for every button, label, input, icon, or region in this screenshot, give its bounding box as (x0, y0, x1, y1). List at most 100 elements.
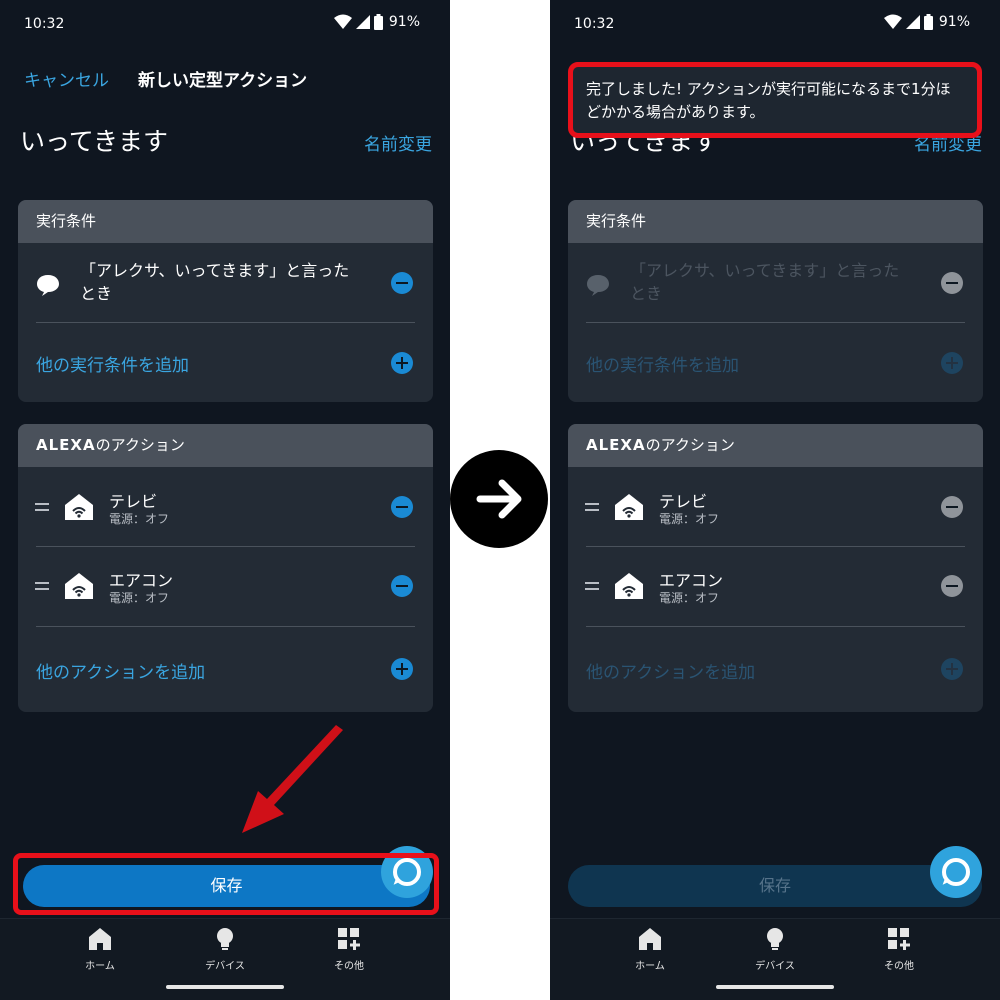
drag-handle-icon[interactable] (585, 582, 599, 591)
screenshot-comparison: 10:32 91% キャンセル 新しい定型アクション いってきます 名前変更 実… (0, 0, 1000, 1000)
save-button[interactable]: 保存 (568, 865, 982, 907)
cancel-button[interactable]: キャンセル (24, 66, 109, 91)
nav-more[interactable]: その他 (304, 927, 394, 972)
smart-home-icon (65, 573, 93, 599)
trigger-text: 「アレクサ、いってきます」と言ったとき (80, 261, 350, 303)
home-indicator (716, 985, 834, 989)
nav-home[interactable]: ホーム (55, 927, 145, 972)
action-card-title-prefix: ALEXA (36, 436, 96, 454)
grid-plus-icon (888, 928, 910, 950)
save-highlight-box (13, 853, 439, 915)
bulb-icon (767, 928, 783, 950)
bulb-icon (217, 928, 233, 950)
smart-home-icon (65, 494, 93, 520)
trigger-row[interactable]: 「アレクサ、いってきます」と言ったとき (568, 243, 983, 323)
trigger-row[interactable]: 「アレクサ、いってきます」と言ったとき (18, 243, 433, 323)
action-state: 電源：オフ (659, 512, 720, 526)
divider (586, 546, 965, 547)
arrow-right-icon (476, 479, 522, 519)
action-name: エアコン (659, 571, 724, 590)
action-name: テレビ (659, 492, 708, 511)
nav-devices[interactable]: デバイス (180, 927, 270, 972)
drag-handle-icon[interactable] (35, 503, 49, 512)
home-icon (639, 928, 661, 950)
divider (586, 322, 965, 323)
nav-home-label: ホーム (635, 961, 665, 972)
action-card-title: ALEXAのアクション (568, 424, 983, 467)
battery-icon (373, 14, 383, 30)
trigger-card-title: 実行条件 (18, 200, 433, 243)
action-state: 電源：オフ (109, 512, 170, 526)
smart-home-icon (615, 573, 643, 599)
status-bar: 10:32 91% (0, 0, 450, 48)
remove-action-button[interactable] (391, 496, 413, 518)
nav-home[interactable]: ホーム (605, 927, 695, 972)
action-name: エアコン (109, 571, 174, 590)
nav-home-label: ホーム (85, 961, 115, 972)
phone-after: 10:32 91% いってきます 名前変更 完了しました! アクションが実行可能… (550, 0, 1000, 1000)
action-name: テレビ (109, 492, 158, 511)
remove-trigger-button[interactable] (941, 272, 963, 294)
nav-more-label: その他 (884, 961, 914, 972)
divider (36, 322, 415, 323)
add-trigger-button[interactable] (941, 352, 963, 374)
remove-action-button[interactable] (391, 575, 413, 597)
top-bar: キャンセル 新しい定型アクション (24, 62, 430, 92)
status-time: 10:32 (24, 16, 65, 32)
signal-icon (355, 15, 370, 29)
phone-before: 10:32 91% キャンセル 新しい定型アクション いってきます 名前変更 実… (0, 0, 450, 1000)
action-card-title-suffix: のアクション (645, 436, 735, 454)
drag-handle-icon[interactable] (35, 582, 49, 591)
status-time: 10:32 (574, 16, 615, 32)
add-action-button[interactable] (391, 658, 413, 680)
battery-icon (923, 14, 933, 30)
add-action-button[interactable] (941, 658, 963, 680)
divider (36, 546, 415, 547)
page-title: 新しい定型アクション (138, 71, 308, 91)
smart-home-icon (615, 494, 643, 520)
alexa-button[interactable] (930, 846, 982, 898)
wifi-icon (883, 14, 902, 29)
status-bar: 10:32 91% (550, 0, 1000, 48)
wifi-icon (333, 14, 352, 29)
battery-percent: 91% (938, 14, 970, 30)
trigger-card-title: 実行条件 (568, 200, 983, 243)
home-indicator (166, 985, 284, 989)
signal-icon (905, 15, 920, 29)
status-icons: 91% (883, 14, 970, 30)
action-card: ALEXAのアクション テレビ 電源：オフ エアコン 電源：オフ 他のアクション… (18, 424, 433, 712)
nav-devices[interactable]: デバイス (730, 927, 820, 972)
trigger-card: 実行条件 「アレクサ、いってきます」と言ったとき 他の実行条件を追加 (568, 200, 983, 402)
action-card-title-prefix: ALEXA (586, 436, 646, 454)
trigger-card: 実行条件 「アレクサ、いってきます」と言ったとき 他の実行条件を追加 (18, 200, 433, 402)
add-action-link[interactable]: 他のアクションを追加 (586, 658, 755, 683)
remove-action-button[interactable] (941, 496, 963, 518)
add-action-link[interactable]: 他のアクションを追加 (36, 658, 205, 683)
next-step-arrow (450, 450, 548, 548)
red-arrow-icon (242, 725, 343, 833)
speech-bubble-icon (37, 275, 59, 296)
action-state: 電源：オフ (659, 591, 720, 605)
nav-devices-label: デバイス (755, 961, 795, 972)
nav-more[interactable]: その他 (854, 927, 944, 972)
drag-handle-icon[interactable] (585, 503, 599, 512)
rename-button[interactable]: 名前変更 (364, 130, 432, 155)
remove-trigger-button[interactable] (391, 272, 413, 294)
add-trigger-link[interactable]: 他の実行条件を追加 (586, 351, 739, 376)
battery-percent: 91% (388, 14, 420, 30)
add-trigger-button[interactable] (391, 352, 413, 374)
remove-action-button[interactable] (941, 575, 963, 597)
speech-bubble-icon (587, 275, 609, 296)
trigger-text: 「アレクサ、いってきます」と言ったとき (630, 261, 900, 303)
nav-devices-label: デバイス (205, 961, 245, 972)
divider (586, 626, 965, 627)
grid-plus-icon (338, 928, 360, 950)
toast-highlight-box (568, 62, 982, 138)
action-card-title-suffix: のアクション (95, 436, 185, 454)
add-trigger-link[interactable]: 他の実行条件を追加 (36, 351, 189, 376)
status-icons: 91% (333, 14, 420, 30)
alexa-icon-tail (942, 876, 952, 887)
action-card: ALEXAのアクション テレビ 電源：オフ エアコン 電源：オフ 他のアクション… (568, 424, 983, 712)
home-icon (89, 928, 111, 950)
routine-name: いってきます (20, 127, 169, 156)
